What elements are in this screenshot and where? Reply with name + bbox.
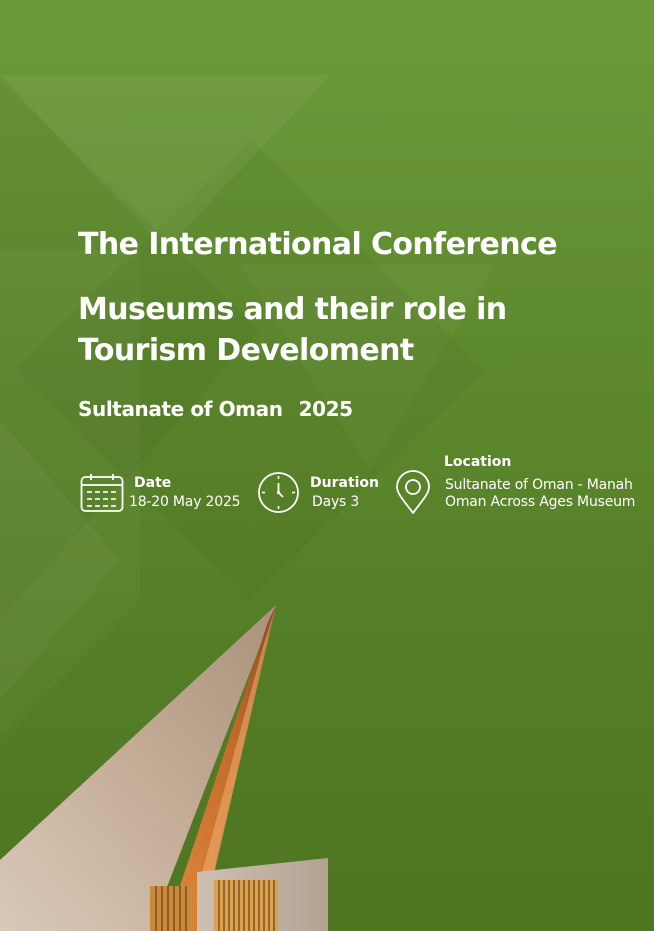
location-pin-icon <box>396 470 430 514</box>
country-name: Sultanate of Oman <box>78 397 283 421</box>
date-value: 18-20 May 2025 <box>129 494 241 510</box>
museum-building-image <box>0 605 328 931</box>
conference-title: The International Conference <box>78 227 558 262</box>
date-label: Date <box>134 475 172 491</box>
duration-label: Duration <box>310 475 380 491</box>
location-year-line: Sultanate of Oman 2025 <box>78 396 353 422</box>
conference-poster: The International Conference Museums and… <box>0 0 654 931</box>
theme-line-2: Tourism Develoment <box>78 333 414 368</box>
clock-icon <box>258 472 299 513</box>
location-line-1: Sultanate of Oman - Manah <box>445 477 633 493</box>
conference-year: 2025 <box>298 397 353 421</box>
theme-line-1: Museums and their role in <box>78 292 507 327</box>
calendar-icon <box>80 474 124 512</box>
location-line-2: Oman Across Ages Museum <box>445 494 636 510</box>
location-label: Location <box>444 454 512 470</box>
conference-theme: Museums and their role in Tourism Develo… <box>78 289 507 371</box>
duration-value: Days 3 <box>312 494 360 510</box>
